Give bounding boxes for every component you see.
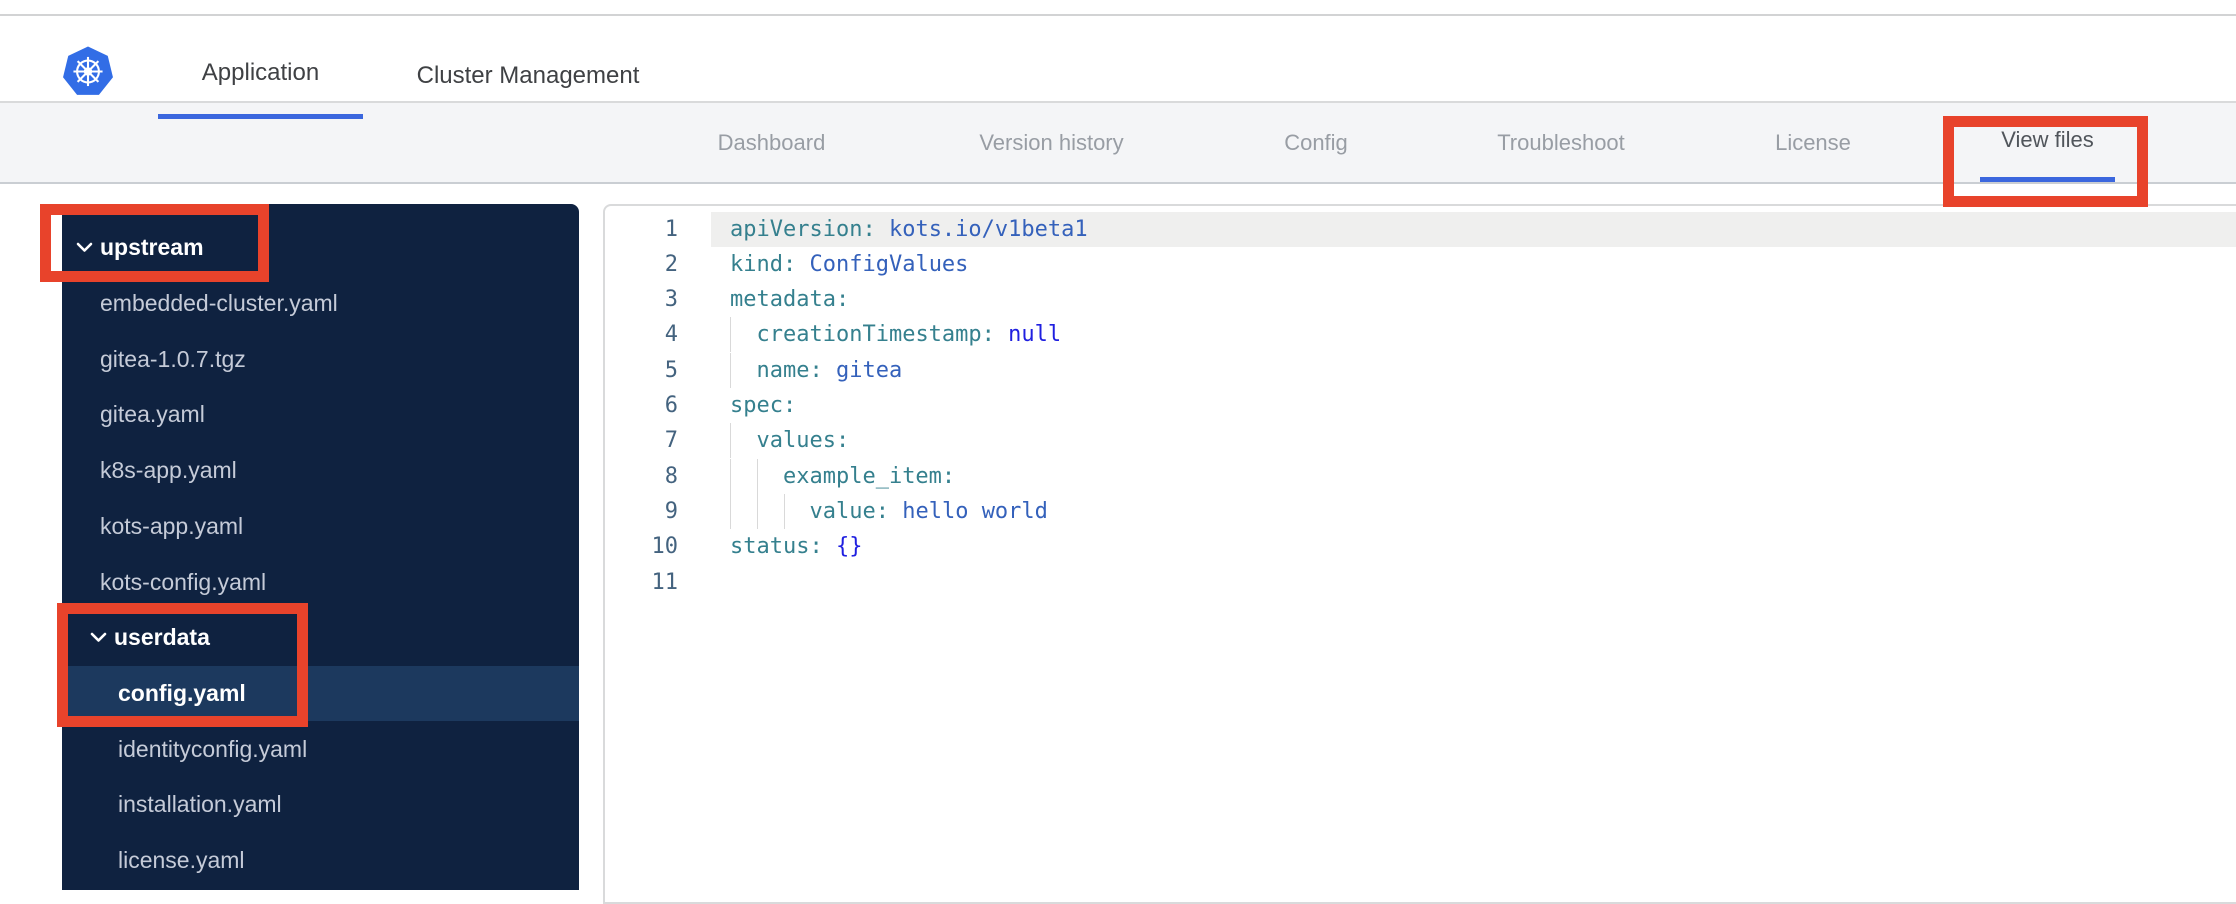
tree-item-gitea-1-0-7-tgz[interactable]: gitea-1.0.7.tgz xyxy=(62,331,579,387)
file-label: license.yaml xyxy=(118,847,245,874)
code-editor[interactable]: 1 apiVersion: kots.io/v1beta1 2 kind: Confi… xyxy=(603,204,2236,904)
subnav-tab-troubleshoot[interactable]: Troubleshoot xyxy=(1478,103,1644,182)
tree-item-k8s-app-yaml[interactable]: k8s-app.yaml xyxy=(62,443,579,499)
line-number: 6 xyxy=(664,393,678,418)
code-token: null xyxy=(1008,322,1062,348)
tree-item-kots-app-yaml[interactable]: kots-app.yaml xyxy=(62,499,579,555)
file-label: kots-config.yaml xyxy=(100,568,267,595)
file-label: installation.yaml xyxy=(118,791,282,818)
line-number: 1 xyxy=(664,216,678,242)
kubernetes-logo-icon xyxy=(63,46,113,95)
code-token: kots.io/v1beta1 xyxy=(888,216,1088,242)
code-line-4: creationTimestamp: null xyxy=(730,317,1062,352)
code-line-5: name: gitea xyxy=(730,353,903,388)
tree-item-installation-yaml[interactable]: installation.yaml xyxy=(62,777,579,833)
file-label: k8s-app.yaml xyxy=(100,457,237,484)
tree-item-config-yaml[interactable]: config.yaml xyxy=(62,665,579,722)
tree-item-kots-config-yaml[interactable]: kots-config.yaml xyxy=(62,554,579,610)
code-token: example_item: xyxy=(782,463,956,489)
line-number: 3 xyxy=(664,287,678,313)
tree-item-upstream[interactable]: upstream xyxy=(62,220,579,276)
code-token: kind: xyxy=(730,251,797,277)
subnav-tab-license[interactable]: License xyxy=(1757,103,1869,182)
code-token: hello world xyxy=(902,498,1048,524)
tree-item-userdata[interactable]: userdata xyxy=(62,610,579,666)
code-token: apiVersion: xyxy=(730,216,876,242)
code-token: gitea xyxy=(835,357,903,383)
subnav-tab-dashboard[interactable]: Dashboard xyxy=(699,103,844,182)
tree-item-gitea-yaml[interactable]: gitea.yaml xyxy=(62,387,579,443)
code-token: name: xyxy=(756,357,823,383)
subnav-tab-view-files[interactable]: View files xyxy=(1980,103,2115,182)
code-token: value: xyxy=(809,498,889,524)
tree-item-identityconfig-yaml[interactable]: identityconfig.yaml xyxy=(62,721,579,777)
line-number: 11 xyxy=(651,569,679,595)
file-label: embedded-cluster.yaml xyxy=(100,290,338,317)
code-token: spec: xyxy=(730,393,797,418)
code-line-7: values: xyxy=(730,423,850,458)
code-line-2: kind: ConfigValues xyxy=(730,247,968,282)
code-line-1: apiVersion: kots.io/v1beta1 xyxy=(730,212,1088,247)
subnav-tab-config[interactable]: Config xyxy=(1263,103,1369,182)
code-token: ConfigValues xyxy=(809,251,969,277)
file-label: kots-app.yaml xyxy=(100,512,244,539)
subnav-tab-version-history[interactable]: Version history xyxy=(958,103,1145,182)
folder-label: userdata xyxy=(114,624,210,651)
file-label: gitea.yaml xyxy=(100,401,205,428)
folder-label: upstream xyxy=(100,234,204,261)
code-token: status: xyxy=(730,534,823,560)
code-line-10: status: {} xyxy=(730,529,862,564)
code-line-6: spec: xyxy=(730,388,796,423)
file-label: gitea-1.0.7.tgz xyxy=(100,345,246,372)
file-tree-sidebar: upstream embedded-cluster.yaml gitea-1.0.7… xyxy=(62,204,579,890)
line-number: 7 xyxy=(664,428,678,454)
line-number: 4 xyxy=(664,322,678,348)
code-token: metadata: xyxy=(730,287,850,313)
chevron-down-icon xyxy=(76,243,93,253)
tree-item-license-yaml[interactable]: license.yaml xyxy=(62,833,579,889)
chevron-down-icon xyxy=(90,632,107,643)
code-line-9: value: hello world xyxy=(730,494,1048,529)
line-number: 2 xyxy=(664,251,678,277)
tab-application[interactable]: Application xyxy=(158,32,363,119)
line-number: 8 xyxy=(664,463,678,489)
file-label: config.yaml xyxy=(118,679,246,706)
line-number: 9 xyxy=(664,498,678,524)
app-header: Application Cluster Management xyxy=(0,16,2236,119)
code-token: {} xyxy=(835,534,863,560)
line-number: 5 xyxy=(664,357,678,383)
line-number: 10 xyxy=(651,534,679,560)
file-label: identityconfig.yaml xyxy=(118,735,308,762)
code-line-3: metadata: xyxy=(730,282,849,317)
code-token: values: xyxy=(756,428,850,454)
tree-item-embedded-cluster-yaml[interactable]: embedded-cluster.yaml xyxy=(62,276,579,332)
code-token: creationTimestamp: xyxy=(756,322,995,348)
code-line-8: example_item: xyxy=(730,459,955,494)
